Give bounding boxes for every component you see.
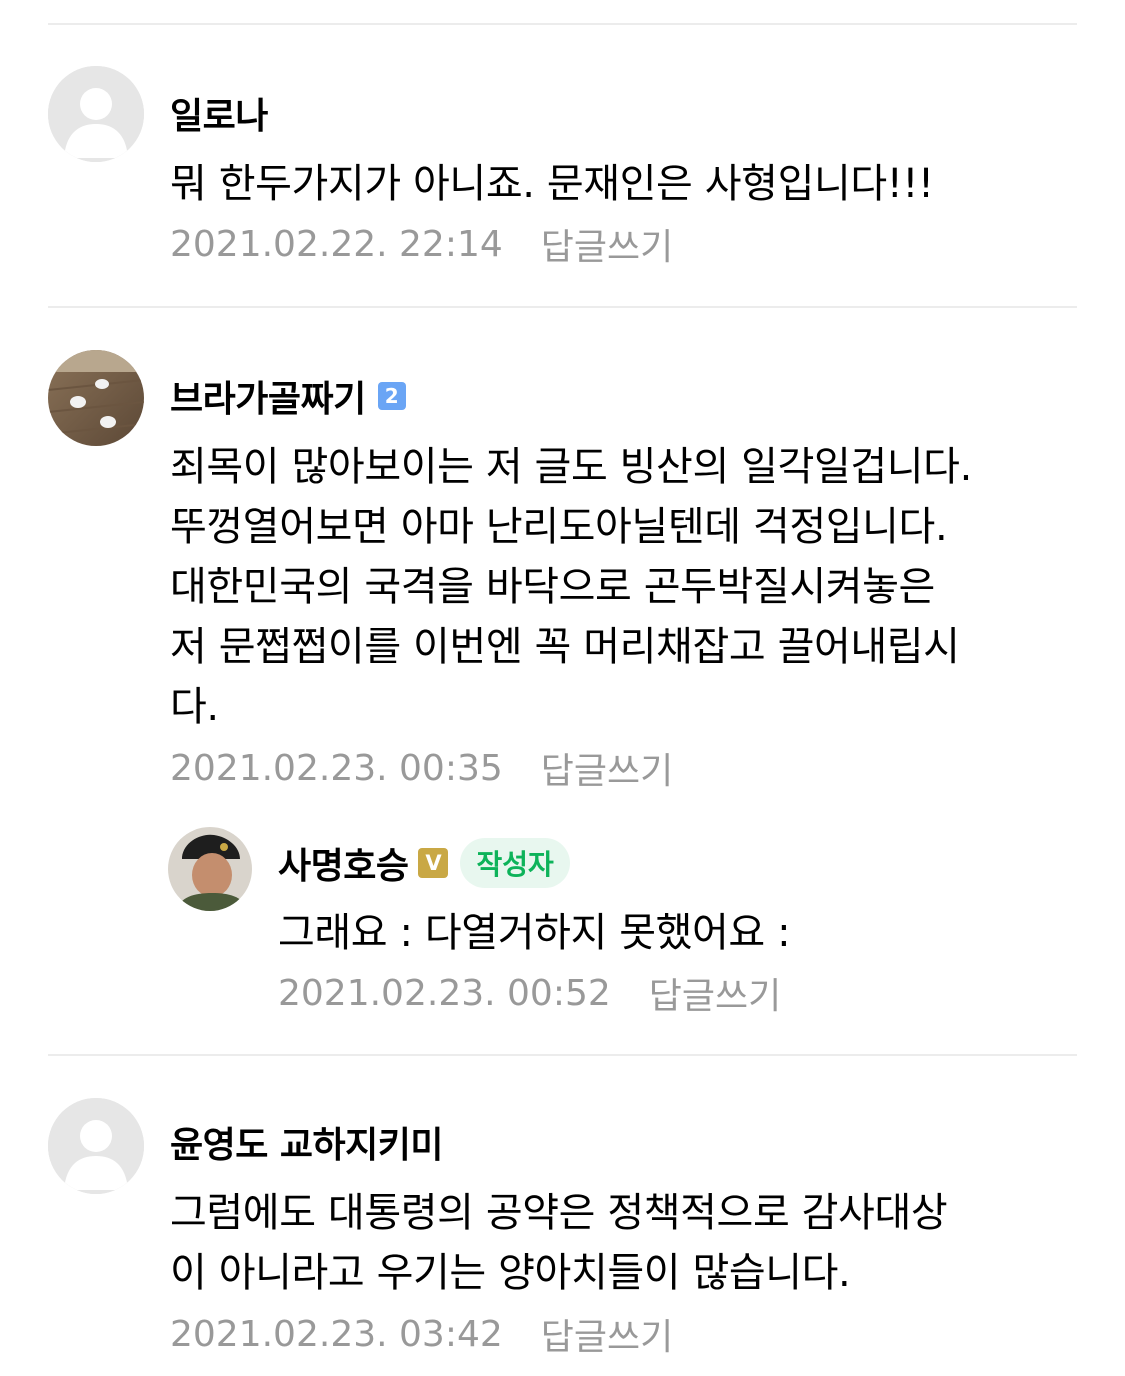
divider (48, 1054, 1077, 1056)
reply-button[interactable]: 답글쓰기 (541, 218, 673, 270)
comment-line: 그래요 : 다열거하지 못했어요 : (278, 910, 791, 956)
comment-list: 일로나 뭐 한두가지가 아니죠. 문재인은 사형입니다!!! 2021.02.2… (0, 0, 1125, 1376)
avatar[interactable] (168, 827, 252, 911)
reply-button[interactable]: 답글쓰기 (649, 967, 781, 1019)
comment-text: 뭐 한두가지가 아니죠. 문재인은 사형입니다!!! (170, 154, 934, 214)
comment-line: 그럼에도 대통령의 공약은 정책적으로 감사대상 (170, 1190, 948, 1236)
comment-date: 2021.02.23. 00:35 (170, 747, 503, 789)
divider (48, 23, 1077, 25)
avatar[interactable] (48, 350, 144, 446)
comment-text: 그럼에도 대통령의 공약은 정책적으로 감사대상 이 아니라고 우기는 양아치들… (170, 1183, 948, 1303)
comment-author[interactable]: 일로나 (170, 87, 268, 139)
comment-line: 죄목이 많아보이는 저 글도 빙산의 일각일겁니다. (170, 444, 972, 490)
comment-line: 다. (170, 684, 219, 730)
comment-date: 2021.02.22. 22:14 (170, 223, 503, 265)
default-avatar-icon[interactable] (48, 66, 144, 162)
reply-text: 그래요 : 다열거하지 못했어요 : (278, 903, 791, 963)
reply-button[interactable]: 답글쓰기 (541, 742, 673, 794)
comment-line: 이 아니라고 우기는 양아치들이 많습니다. (170, 1250, 851, 1296)
comment-date: 2021.02.23. 00:52 (278, 972, 611, 1014)
comment-line: 저 문쩝쩝이를 이번엔 꼭 머리채잡고 끌어내립시 (170, 624, 960, 670)
comment-line: 뚜껑열어보면 아마 난리도아닐텐데 걱정입니다. (170, 504, 948, 550)
comment-line: 대한민국의 국격을 바닥으로 곤두박질시켜놓은 (170, 564, 935, 610)
writer-badge: 작성자 (460, 838, 570, 888)
divider (48, 306, 1077, 308)
comment-author[interactable]: 윤영도 교하지키미 (170, 1116, 444, 1168)
level-badge: 2 (377, 382, 406, 410)
reply-author[interactable]: 사명호승 (278, 837, 409, 889)
verified-badge: V (418, 848, 449, 878)
comment-date: 2021.02.23. 03:42 (170, 1313, 503, 1355)
comment-line: 뭐 한두가지가 아니죠. 문재인은 사형입니다!!! (170, 161, 934, 207)
default-avatar-icon[interactable] (48, 1098, 144, 1194)
reply-button[interactable]: 답글쓰기 (541, 1308, 673, 1360)
comment-author[interactable]: 브라가골짜기 (170, 370, 366, 422)
comment-text: 죄목이 많아보이는 저 글도 빙산의 일각일겁니다. 뚜껑열어보면 아마 난리도… (170, 437, 972, 737)
